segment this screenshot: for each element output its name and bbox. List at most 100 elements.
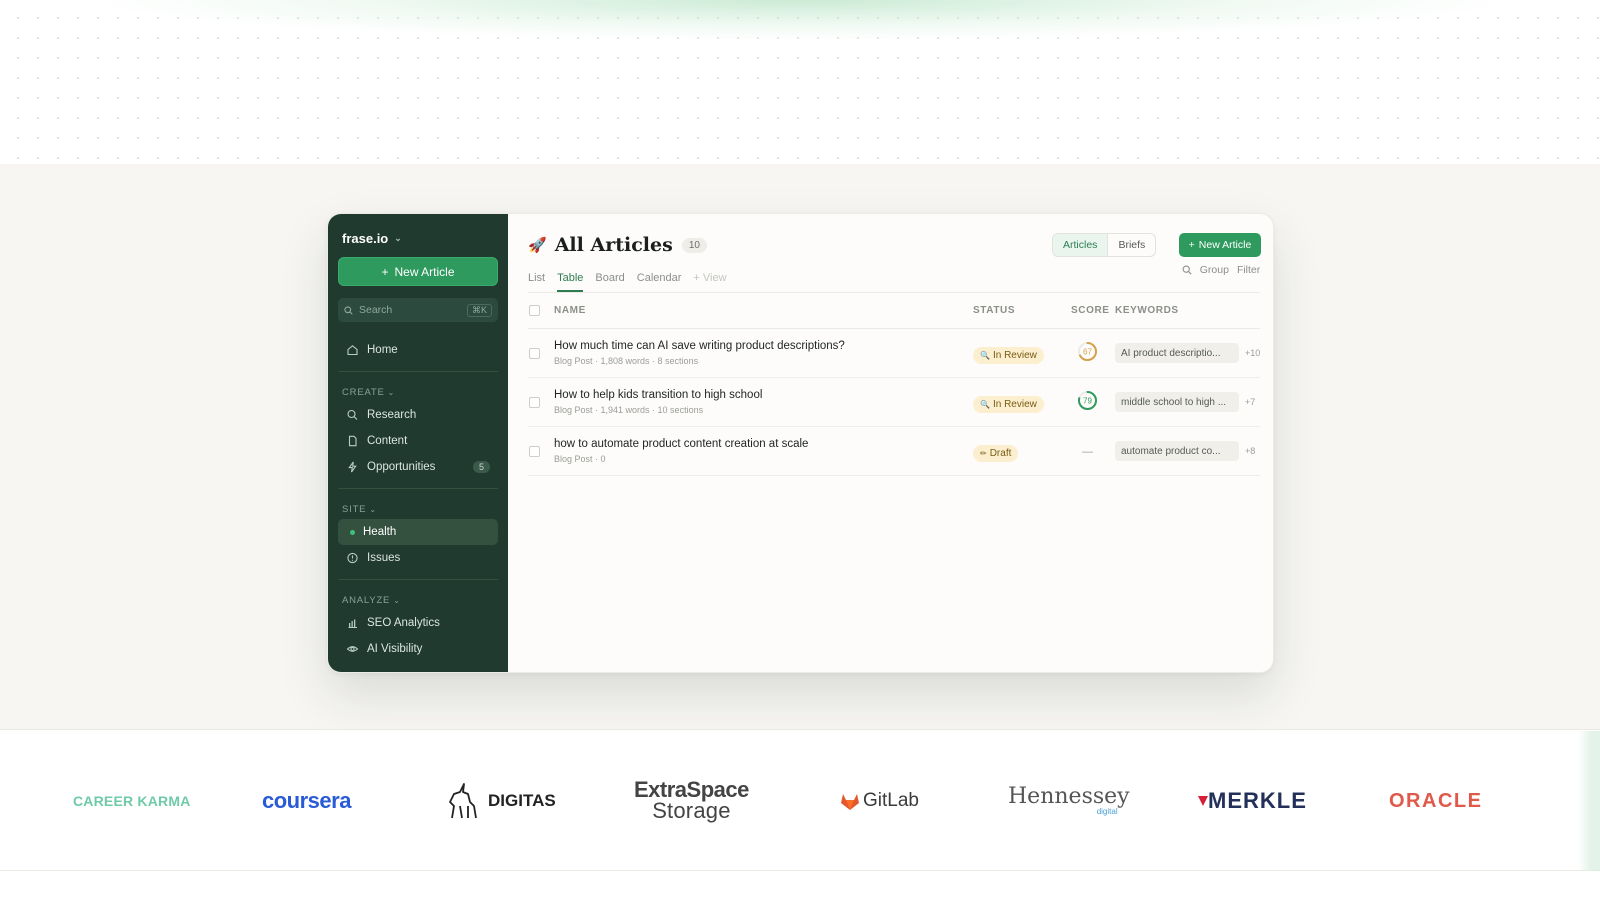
articles-briefs-toggle: Articles Briefs [1052, 233, 1157, 257]
search-icon [347, 409, 358, 420]
divider [338, 488, 498, 489]
row-checkbox[interactable] [529, 396, 540, 408]
article-cell[interactable]: How to help kids transition to high scho… [554, 389, 973, 415]
status-badge[interactable]: ✏ Draft [973, 444, 1019, 462]
status-label: Draft [989, 447, 1012, 459]
sidebar-item-health[interactable]: Health [338, 519, 498, 545]
column-keywords[interactable]: KEYWORDS [1115, 305, 1260, 316]
article-cell[interactable]: How much time can AI save writing produc… [554, 340, 973, 366]
sidebar-new-article-label: New Article [394, 264, 455, 279]
section-create[interactable]: CREATE ⌄ [338, 382, 498, 402]
sidebar-item-label: Home [367, 344, 398, 356]
search-icon[interactable] [1182, 265, 1192, 275]
column-name[interactable]: NAME [554, 305, 973, 316]
keyword-more-count[interactable]: +10 [1245, 348, 1260, 358]
column-status[interactable]: STATUS [973, 305, 1071, 316]
sidebar-search-input[interactable]: Search ⌘K [338, 298, 498, 322]
article-count-badge: 10 [681, 237, 707, 253]
logo-career-karma: CAREER KARMA [73, 793, 191, 809]
sidebar-item-ai-visibility[interactable]: AI Visibility [338, 636, 498, 662]
workspace-switcher[interactable]: frase.io ⌄ [338, 226, 498, 248]
tab-table[interactable]: Table [557, 272, 584, 292]
status-badge[interactable]: 🔍 In Review [973, 395, 1044, 413]
logo-coursera: coursera [262, 788, 351, 813]
new-article-button[interactable]: + New Article [1178, 233, 1262, 257]
score-ring-icon: 79 [1078, 390, 1097, 410]
keyword-chip[interactable]: middle school to high ... [1115, 392, 1239, 412]
opportunities-count-badge: 5 [472, 461, 490, 473]
filter-button[interactable]: Filter [1237, 264, 1260, 276]
divider [338, 579, 498, 580]
score-empty: — [1082, 446, 1093, 458]
score-cell: 67 [1071, 340, 1115, 367]
row-checkbox[interactable] [529, 445, 540, 457]
table-header: NAME STATUS SCORE KEYWORDS [528, 293, 1261, 329]
sidebar-item-home[interactable]: Home [338, 337, 498, 363]
table-row[interactable]: How to help kids transition to high scho… [528, 378, 1261, 427]
chevron-down-icon: ⌄ [394, 233, 402, 243]
alert-circle-icon [347, 552, 358, 564]
table-tools: Group Filter [1182, 264, 1260, 284]
article-title[interactable]: how to automate product content creation… [554, 438, 973, 450]
logo-oracle: ORACLE [1389, 731, 1482, 871]
article-meta: Blog Post · 0 [554, 454, 606, 464]
section-label: CREATE [342, 386, 385, 398]
score-value: 67 [1083, 347, 1092, 356]
logo-strip-fade [1578, 731, 1600, 871]
keyword-more-count[interactable]: +8 [1245, 446, 1255, 456]
keyword-chip[interactable]: automate product co... [1115, 441, 1239, 461]
hennessey-wordmark: Hennessey [1008, 784, 1130, 809]
tab-board[interactable]: Board [595, 272, 624, 292]
logo-gitlab: GitLab [840, 731, 919, 871]
column-score[interactable]: SCORE [1071, 305, 1115, 316]
section-site[interactable]: SITE ⌄ [338, 499, 498, 519]
sidebar-item-seo-analytics[interactable]: SEO Analytics [338, 610, 498, 636]
sidebar-item-opportunities[interactable]: Opportunities 5 [338, 454, 498, 480]
magnifier-icon: 🔍 [980, 399, 990, 409]
row-checkbox[interactable] [529, 347, 540, 359]
keyword-chip[interactable]: AI product descriptio... [1115, 343, 1239, 363]
unicorn-icon [449, 783, 477, 819]
select-all-checkbox[interactable] [529, 305, 540, 316]
search-placeholder: Search [359, 304, 393, 316]
score-ring-icon: 67 [1078, 341, 1097, 361]
gitlab-fox-icon [841, 793, 859, 810]
score-cell: 79 [1071, 389, 1115, 416]
status-badge[interactable]: 🔍 In Review [973, 346, 1044, 364]
digital-wordmark: digital [1096, 807, 1118, 816]
workspace-name: frase.io [342, 231, 389, 246]
sidebar-item-research[interactable]: Research [338, 402, 498, 428]
keyword-more-count[interactable]: +7 [1245, 397, 1255, 407]
hero-dot-pattern [0, 0, 1600, 164]
sidebar-new-article-button[interactable]: + New Article [338, 257, 498, 286]
new-article-label: New Article [1198, 239, 1252, 251]
plus-icon: + [1188, 239, 1195, 251]
article-title[interactable]: How to help kids transition to high scho… [554, 389, 973, 401]
plus-icon: + [381, 264, 389, 279]
table-row[interactable]: how to automate product content creation… [528, 427, 1261, 476]
group-button[interactable]: Group [1200, 264, 1229, 276]
logo-digitas: DIGITAS [444, 731, 556, 871]
digitas-wordmark: DIGITAS [488, 791, 556, 810]
section-label: ANALYZE [342, 594, 391, 606]
app-window: frase.io ⌄ + New Article Search ⌘K Home … [327, 213, 1274, 673]
add-view-button[interactable]: + View [693, 272, 726, 292]
sidebar-item-content[interactable]: Content [338, 428, 498, 454]
section-analyze[interactable]: ANALYZE ⌄ [338, 590, 498, 610]
sidebar-item-label: AI Visibility [367, 643, 423, 655]
status-label: In Review [992, 349, 1037, 361]
toggle-briefs[interactable]: Briefs [1108, 234, 1155, 256]
sidebar-item-label: SEO Analytics [367, 617, 440, 629]
tab-list[interactable]: List [528, 272, 545, 292]
article-cell[interactable]: how to automate product content creation… [554, 438, 973, 464]
sidebar-item-label: Opportunities [367, 461, 436, 473]
search-shortcut: ⌘K [466, 303, 492, 317]
sidebar: frase.io ⌄ + New Article Search ⌘K Home … [328, 214, 508, 672]
chevron-down-icon: ⌄ [393, 595, 401, 605]
tab-calendar[interactable]: Calendar [637, 272, 682, 292]
article-title[interactable]: How much time can AI save writing produc… [554, 340, 973, 352]
table-row[interactable]: How much time can AI save writing produc… [528, 329, 1261, 378]
article-meta: Blog Post · 1,808 words · 8 sections [554, 356, 699, 366]
sidebar-item-issues[interactable]: Issues [338, 545, 498, 571]
toggle-articles[interactable]: Articles [1053, 234, 1109, 256]
